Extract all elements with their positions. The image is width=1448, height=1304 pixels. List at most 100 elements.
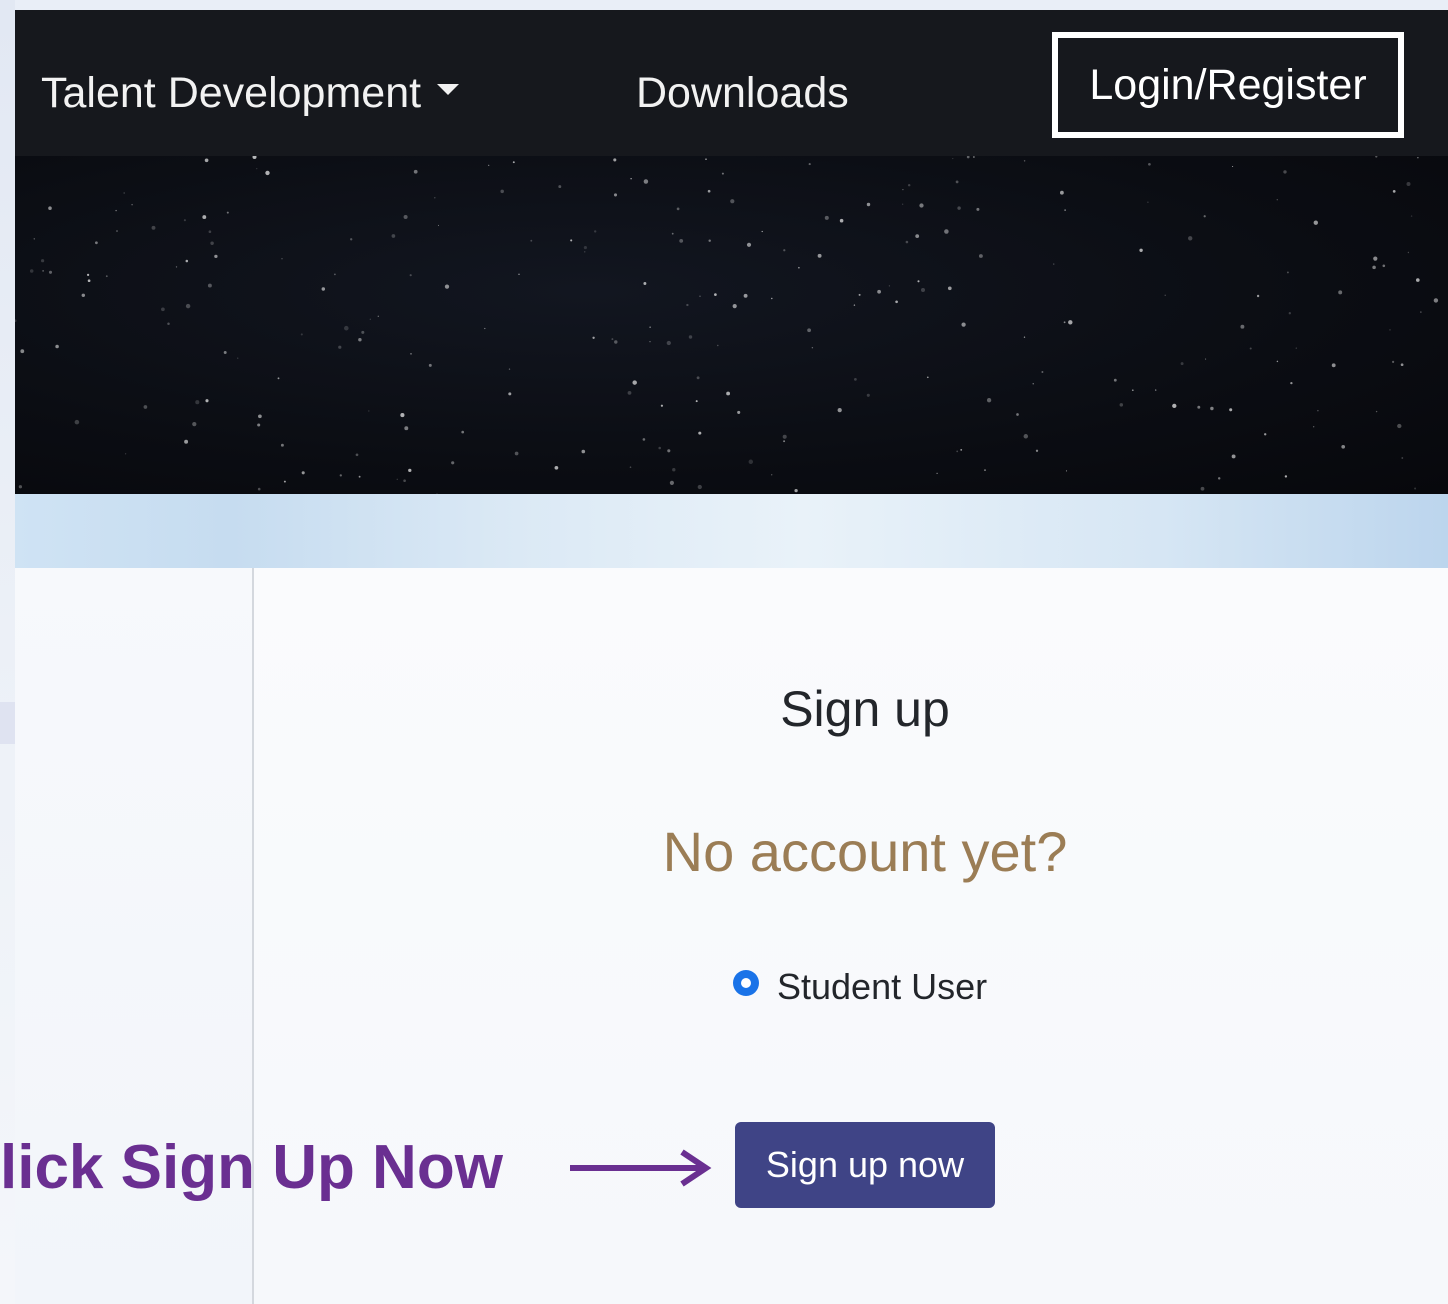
student-user-option[interactable]: Student User — [733, 962, 987, 1012]
star — [782, 434, 787, 439]
star — [184, 439, 189, 444]
star — [957, 206, 961, 210]
star — [1172, 403, 1177, 409]
star — [1147, 201, 1149, 203]
star — [986, 398, 992, 403]
star — [917, 280, 920, 283]
star — [642, 438, 646, 441]
star — [151, 225, 156, 230]
star — [195, 400, 200, 405]
star — [183, 219, 186, 222]
star — [1060, 190, 1064, 195]
star — [301, 471, 305, 475]
star — [355, 453, 359, 457]
star — [1286, 271, 1289, 274]
star — [761, 230, 763, 233]
star — [20, 349, 25, 354]
instruction-annotation: lick Sign Up Now — [0, 1133, 503, 1202]
star — [358, 475, 361, 478]
star — [643, 179, 649, 184]
arrow-right-icon — [570, 1149, 712, 1187]
star — [746, 242, 752, 247]
star — [512, 161, 515, 164]
nav-login-register[interactable]: Login/Register — [1052, 32, 1404, 138]
star — [726, 391, 731, 396]
star — [403, 479, 406, 483]
star — [116, 230, 118, 232]
star — [1063, 321, 1066, 324]
star — [1023, 434, 1029, 439]
star — [514, 451, 519, 456]
caret-down-icon — [437, 84, 460, 96]
star — [783, 249, 786, 252]
star — [1188, 236, 1193, 241]
star — [1155, 389, 1157, 391]
star — [1406, 182, 1411, 186]
signup-subtitle: No account yet? — [662, 820, 1068, 883]
star — [404, 426, 409, 431]
star — [961, 322, 966, 327]
sign-up-now-button[interactable]: Sign up now — [735, 1122, 995, 1208]
star — [936, 472, 938, 475]
star — [55, 344, 59, 349]
star — [1313, 426, 1315, 428]
star — [1229, 408, 1233, 412]
star — [771, 297, 773, 300]
star — [226, 211, 229, 214]
star — [611, 338, 614, 341]
star — [748, 459, 754, 465]
star — [208, 230, 212, 234]
star — [866, 393, 870, 397]
star — [807, 328, 811, 333]
star — [1317, 409, 1319, 412]
star — [15, 319, 17, 323]
star — [508, 392, 512, 396]
star — [817, 253, 822, 258]
star — [1416, 278, 1420, 282]
starfield — [15, 156, 1439, 494]
star — [1203, 215, 1206, 218]
star — [223, 351, 227, 354]
star — [105, 275, 108, 278]
star — [95, 241, 98, 245]
star — [1397, 423, 1402, 429]
star — [339, 474, 342, 477]
star — [643, 282, 647, 285]
star — [866, 202, 871, 207]
star — [1139, 248, 1143, 252]
star — [1392, 360, 1395, 363]
star — [905, 240, 909, 244]
star — [895, 300, 898, 304]
star — [1065, 470, 1068, 472]
nav-talent-development[interactable]: Talent Development — [41, 68, 460, 118]
star — [1064, 209, 1066, 211]
star — [583, 246, 587, 250]
hero-banner — [15, 156, 1448, 494]
nav-downloads[interactable]: Downloads — [636, 68, 849, 118]
star — [167, 322, 170, 326]
star — [554, 465, 559, 470]
star — [627, 391, 632, 395]
star — [811, 346, 814, 349]
star — [730, 199, 735, 204]
star — [581, 449, 586, 454]
star — [676, 207, 680, 211]
star — [391, 234, 396, 238]
page-edge — [0, 0, 15, 1304]
nav-talent-development-label: Talent Development — [41, 69, 422, 117]
star — [1200, 486, 1205, 491]
star — [461, 430, 465, 434]
star — [377, 315, 379, 317]
star — [33, 238, 36, 240]
star — [984, 469, 986, 471]
star — [708, 239, 711, 242]
star — [115, 209, 117, 212]
star — [1433, 298, 1439, 303]
star — [192, 421, 197, 427]
star — [48, 206, 52, 210]
star — [338, 345, 342, 349]
star — [907, 183, 911, 187]
star — [632, 380, 637, 385]
star — [508, 368, 511, 370]
radio-selected-icon[interactable] — [733, 970, 759, 996]
